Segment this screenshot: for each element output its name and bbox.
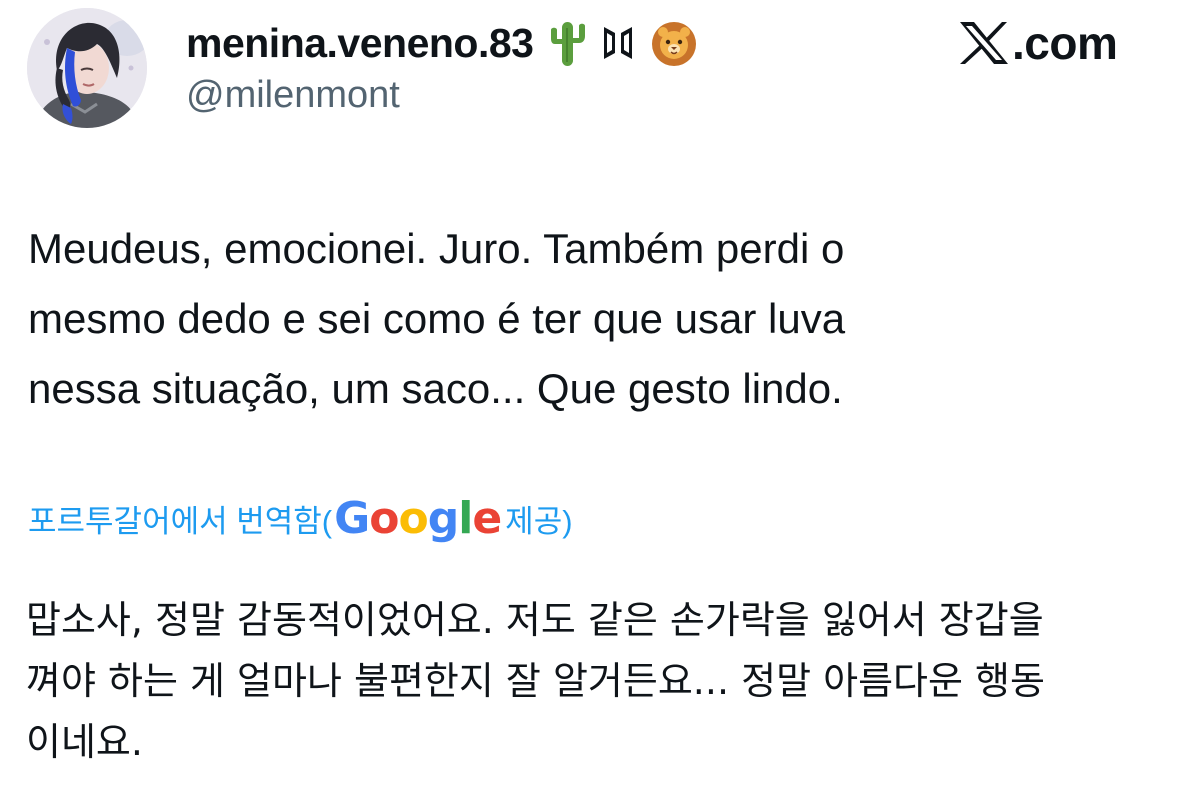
translation-line: 맙소사, 정말 감동적이었어요. 저도 같은 손가락을 잃어서 장갑을 <box>26 598 1044 642</box>
x-brand: .com <box>958 17 1118 69</box>
lion-emoji <box>649 18 699 68</box>
tweet-card: menina.veneno.83 @milenmont .com Meudeus… <box>0 0 1179 805</box>
translation-suffix: 제공) <box>505 503 573 539</box>
google-logo: Google <box>334 492 502 544</box>
x-logo-icon <box>960 22 1008 64</box>
cactus-emoji <box>547 18 587 68</box>
translated-text: 맙소사, 정말 감동적이었어요. 저도 같은 손가락을 잃어서 장갑을 껴야 하… <box>26 590 1156 773</box>
translation-prefix: 포르투갈어에서 번역함( <box>28 503 333 539</box>
tweet-line: nessa situação, um saco... Que gesto lin… <box>28 365 843 412</box>
tweet-line: Meudeus, emocionei. Juro. Também perdi o <box>28 225 845 272</box>
display-name[interactable]: menina.veneno.83 <box>186 20 534 67</box>
bts-logo-icon <box>601 21 635 65</box>
avatar[interactable] <box>27 8 147 128</box>
author-name-row[interactable]: menina.veneno.83 <box>186 14 699 72</box>
translation-line: 이네요. <box>26 720 143 764</box>
tweet-line: mesmo dedo e sei como é ter que usar luv… <box>28 295 846 342</box>
avatar-illustration <box>27 8 147 128</box>
tweet-text: Meudeus, emocionei. Juro. Também perdi o… <box>28 214 1148 424</box>
brand-domain: .com <box>1012 17 1118 69</box>
translation-line: 껴야 하는 게 얼마나 불편한지 잘 알거든요... 정말 아름다운 행동 <box>26 659 1045 703</box>
user-handle[interactable]: @milenmont <box>186 74 400 117</box>
translated-by-label[interactable]: 포르투갈어에서 번역함( Google 제공) <box>28 488 573 548</box>
